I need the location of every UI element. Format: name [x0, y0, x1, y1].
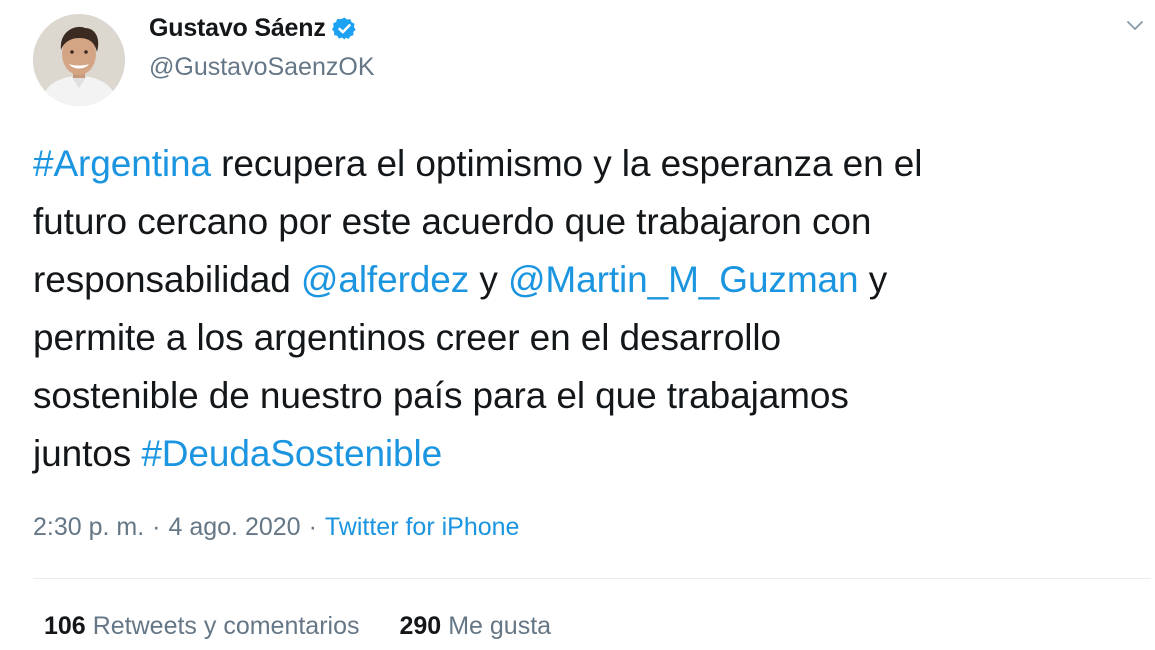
- tweet-text-line: futuro cercano por este acuerdo que trab…: [33, 193, 1143, 251]
- retweets-count: 106: [44, 612, 86, 640]
- mention-link[interactable]: @alferdez: [301, 259, 469, 300]
- meta-separator: ·: [308, 513, 317, 541]
- tweet-source-link[interactable]: Twitter for iPhone: [325, 513, 520, 542]
- author-display-name[interactable]: Gustavo Sáenz: [149, 14, 326, 43]
- tweet-date[interactable]: 4 ago. 2020: [169, 513, 301, 542]
- hashtag-link[interactable]: #Argentina: [33, 143, 211, 184]
- tweet-meta: 2:30 p. m. · 4 ago. 2020 · Twitter for i…: [33, 513, 519, 542]
- tweet-text-line: responsabilidad @alferdez y @Martin_M_Gu…: [33, 251, 1143, 309]
- likes-count: 290: [399, 612, 442, 640]
- tweet-text-line: permite a los argentinos creer en el des…: [33, 309, 1143, 367]
- retweets-label: Retweets y comentarios: [92, 612, 360, 640]
- tweet-text-line: sostenible de nuestro país para el que t…: [33, 367, 1143, 425]
- tweet-text-segment: y: [469, 259, 508, 300]
- verified-badge-icon: [331, 16, 357, 41]
- tweet-text-line: juntos #DeudaSostenible: [33, 425, 1143, 483]
- tweet-stats: 106 Retweets y comentarios 290 Me gusta: [44, 612, 551, 641]
- tweet-text-segment: permite a los argentinos creer en el des…: [33, 317, 782, 358]
- tweet-time[interactable]: 2:30 p. m.: [33, 513, 144, 542]
- tweet-text-segment: responsabilidad: [33, 259, 301, 300]
- divider: [33, 578, 1151, 579]
- likes-stat[interactable]: 290 Me gusta: [400, 612, 552, 641]
- author-name-row: Gustavo Sáenz: [149, 14, 357, 43]
- mention-link[interactable]: @Martin_M_Guzman: [508, 259, 859, 300]
- tweet-text-segment: recupera el optimismo y la esperanza en …: [210, 143, 923, 184]
- tweet-text-segment: juntos: [33, 433, 142, 474]
- tweet-text-segment: futuro cercano por este acuerdo que trab…: [33, 201, 872, 242]
- profile-photo: [33, 14, 125, 106]
- retweets-stat[interactable]: 106 Retweets y comentarios: [44, 612, 360, 641]
- hashtag-link[interactable]: #DeudaSostenible: [141, 433, 442, 474]
- tweet-text-segment: sostenible de nuestro país para el que t…: [33, 375, 849, 416]
- tweet-text-line: #Argentina recupera el optimismo y la es…: [33, 135, 1143, 193]
- likes-label: Me gusta: [448, 612, 552, 640]
- avatar[interactable]: [33, 14, 125, 106]
- meta-separator: ·: [152, 513, 161, 541]
- author-handle[interactable]: @GustavoSaenzOK: [149, 53, 375, 82]
- tweet-text-segment: y: [858, 259, 888, 300]
- chevron-down-icon[interactable]: [1124, 14, 1146, 36]
- tweet-text: #Argentina recupera el optimismo y la es…: [33, 135, 1143, 483]
